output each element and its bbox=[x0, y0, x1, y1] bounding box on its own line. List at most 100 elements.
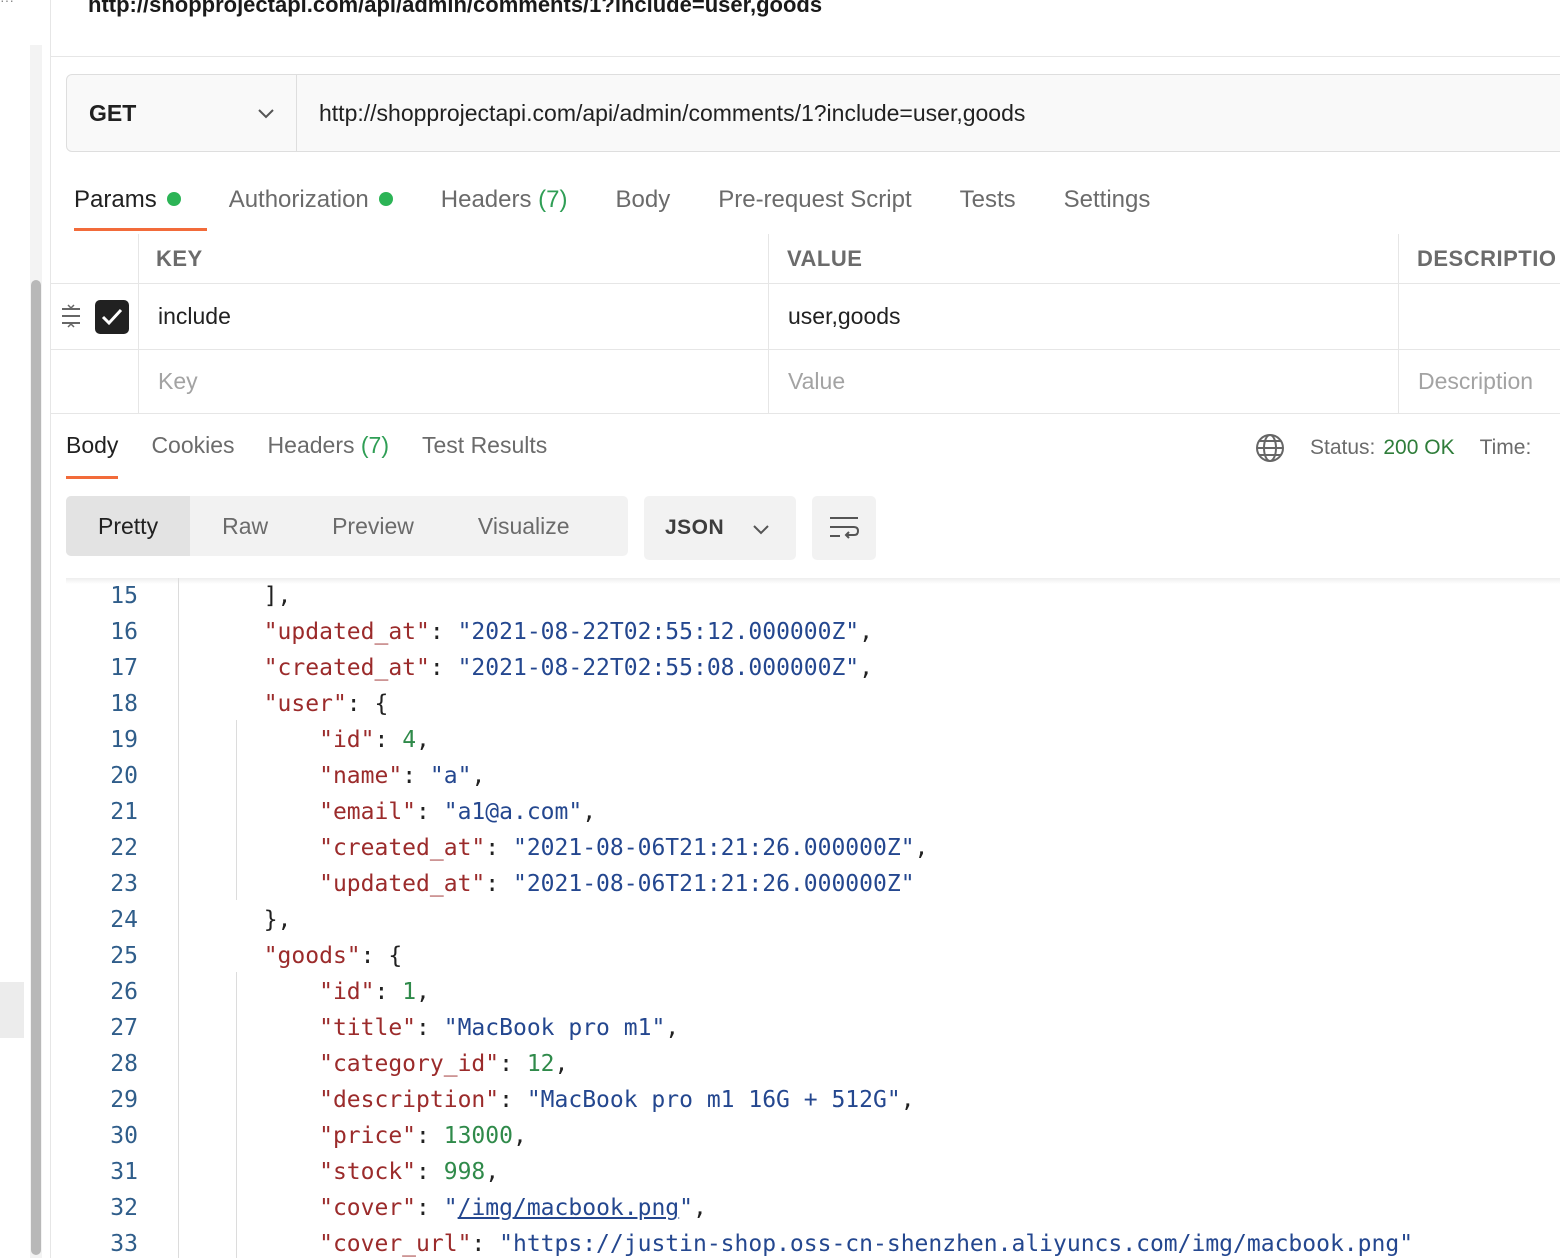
code-text: "category_id": 12, bbox=[236, 1046, 568, 1082]
tab-response-body[interactable]: Body bbox=[66, 432, 119, 479]
line-number: 28 bbox=[110, 1051, 138, 1077]
tab-label: Cookies bbox=[151, 432, 235, 458]
json-token: " bbox=[679, 1195, 694, 1221]
json-token: , bbox=[900, 1087, 915, 1113]
code-text: "title": "MacBook pro m1", bbox=[236, 1010, 679, 1046]
view-visualize[interactable]: Visualize bbox=[446, 496, 602, 556]
wrap-lines-icon bbox=[830, 517, 860, 539]
code-text: "price": 13000, bbox=[236, 1118, 527, 1154]
json-token: : bbox=[416, 1015, 444, 1041]
view-preview[interactable]: Preview bbox=[300, 496, 446, 556]
code-text: "id": 4, bbox=[236, 722, 430, 758]
tab-test-results[interactable]: Test Results bbox=[422, 432, 547, 459]
tab-label: Settings bbox=[1063, 186, 1151, 213]
view-mode-selector: Pretty Raw Preview Visualize bbox=[66, 496, 628, 556]
code-text: "user": { bbox=[236, 686, 389, 722]
json-token: : bbox=[374, 979, 403, 1005]
json-token: "user" bbox=[263, 691, 347, 717]
line-number: 16 bbox=[110, 619, 138, 645]
drag-handle-icon[interactable] bbox=[60, 304, 82, 328]
view-raw[interactable]: Raw bbox=[190, 496, 300, 556]
url-input[interactable]: http://shopprojectapi.com/api/admin/comm… bbox=[319, 75, 1025, 151]
param-value[interactable]: user,goods bbox=[788, 284, 901, 349]
json-token: : bbox=[416, 1159, 444, 1185]
json-token: : bbox=[429, 655, 458, 681]
scrollbar-thumb[interactable] bbox=[31, 280, 41, 1255]
json-token: "id" bbox=[319, 979, 375, 1005]
json-token: "2021-08-06T21:21:26.000000Z" bbox=[512, 871, 915, 897]
json-token: "email" bbox=[319, 799, 417, 825]
json-token: , bbox=[416, 727, 430, 753]
code-text: "created_at": "2021-08-06T21:21:26.00000… bbox=[236, 830, 928, 866]
tab-label: Pre-request Script bbox=[718, 186, 912, 213]
json-token: : bbox=[402, 763, 430, 789]
checkbox-checked-icon[interactable] bbox=[95, 300, 129, 334]
json-token: "cover" bbox=[319, 1195, 417, 1221]
tab-label: Params bbox=[74, 186, 157, 213]
json-token: "updated_at" bbox=[319, 871, 486, 897]
left-gutter: ··· bbox=[0, 0, 51, 1258]
tab-label: Test Results bbox=[422, 432, 548, 458]
json-token: : bbox=[499, 1051, 527, 1077]
code-text: "id": 1, bbox=[236, 974, 430, 1010]
description-placeholder[interactable]: Description bbox=[1418, 350, 1533, 413]
line-number: 32 bbox=[110, 1195, 138, 1221]
json-token: 12 bbox=[526, 1051, 555, 1077]
gutter-dots: ··· bbox=[0, 0, 14, 8]
json-token: : bbox=[471, 1231, 500, 1257]
wrap-lines-button[interactable] bbox=[812, 496, 876, 560]
json-token: : bbox=[485, 871, 513, 897]
code-text: "updated_at": "2021-08-06T21:21:26.00000… bbox=[236, 866, 915, 902]
globe-icon[interactable] bbox=[1254, 432, 1286, 464]
tab-tests[interactable]: Tests bbox=[960, 186, 1016, 234]
json-link[interactable]: /img/macbook.png bbox=[458, 1195, 680, 1221]
column-divider bbox=[768, 234, 769, 414]
view-pretty[interactable]: Pretty bbox=[66, 496, 191, 556]
json-token: }, bbox=[263, 907, 292, 933]
status-dot-icon bbox=[378, 192, 393, 206]
tab-pre-request-script[interactable]: Pre-request Script bbox=[718, 186, 911, 234]
json-token: : bbox=[485, 835, 513, 861]
response-body-editor[interactable]: 15 ], 16 "updated_at": "2021-08-22T02:55:… bbox=[66, 578, 1560, 1258]
code-text: "goods": { bbox=[236, 938, 402, 974]
tab-cookies[interactable]: Cookies bbox=[151, 432, 234, 459]
json-token: ], bbox=[263, 583, 292, 609]
value-placeholder[interactable]: Value bbox=[788, 350, 845, 413]
line-number: 27 bbox=[110, 1015, 138, 1041]
code-text: "name": "a", bbox=[236, 758, 485, 794]
tab-body[interactable]: Body bbox=[616, 186, 671, 234]
tab-response-headers[interactable]: Headers (7) bbox=[268, 432, 389, 459]
json-token: , bbox=[859, 655, 874, 681]
param-key[interactable]: include bbox=[158, 284, 231, 349]
tab-params[interactable]: Params bbox=[74, 186, 207, 234]
code-text: "cover_url": "https://justin-shop.oss-cn… bbox=[236, 1226, 1413, 1258]
tab-settings[interactable]: Settings bbox=[1064, 186, 1151, 234]
tab-authorization[interactable]: Authorization bbox=[229, 186, 393, 234]
tab-headers[interactable]: Headers (7) bbox=[441, 186, 568, 234]
json-token: "MacBook pro m1" bbox=[443, 1015, 666, 1041]
json-token: : bbox=[416, 1195, 444, 1221]
tab-label: Authorization bbox=[228, 186, 369, 213]
json-token: "2021-08-06T21:21:26.000000Z" bbox=[512, 835, 915, 861]
line-number: 17 bbox=[110, 655, 138, 681]
key-placeholder[interactable]: Key bbox=[158, 350, 198, 413]
json-token: " bbox=[443, 1195, 458, 1221]
format-select[interactable]: JSON bbox=[644, 496, 796, 560]
json-token: "description" bbox=[319, 1087, 500, 1113]
method-select[interactable]: GET bbox=[67, 75, 297, 151]
json-token: "created_at" bbox=[263, 655, 430, 681]
chevron-down-icon bbox=[258, 109, 274, 119]
table-row-new: Key Value Description bbox=[50, 350, 1560, 414]
json-token: "title" bbox=[319, 1015, 417, 1041]
status-value[interactable]: 200 OK bbox=[1383, 436, 1454, 460]
status-dot-icon bbox=[166, 192, 181, 206]
code-text: "created_at": "2021-08-22T02:55:08.00000… bbox=[236, 650, 873, 686]
tab-label: Tests bbox=[959, 186, 1016, 213]
json-token: , bbox=[582, 799, 597, 825]
chevron-down-icon bbox=[753, 525, 769, 535]
code-text: "cover": "/img/macbook.png", bbox=[236, 1190, 707, 1226]
json-token: , bbox=[416, 979, 430, 1005]
json-token: "a" bbox=[429, 763, 472, 789]
json-token: 998 bbox=[443, 1159, 486, 1185]
json-token: , bbox=[914, 835, 929, 861]
